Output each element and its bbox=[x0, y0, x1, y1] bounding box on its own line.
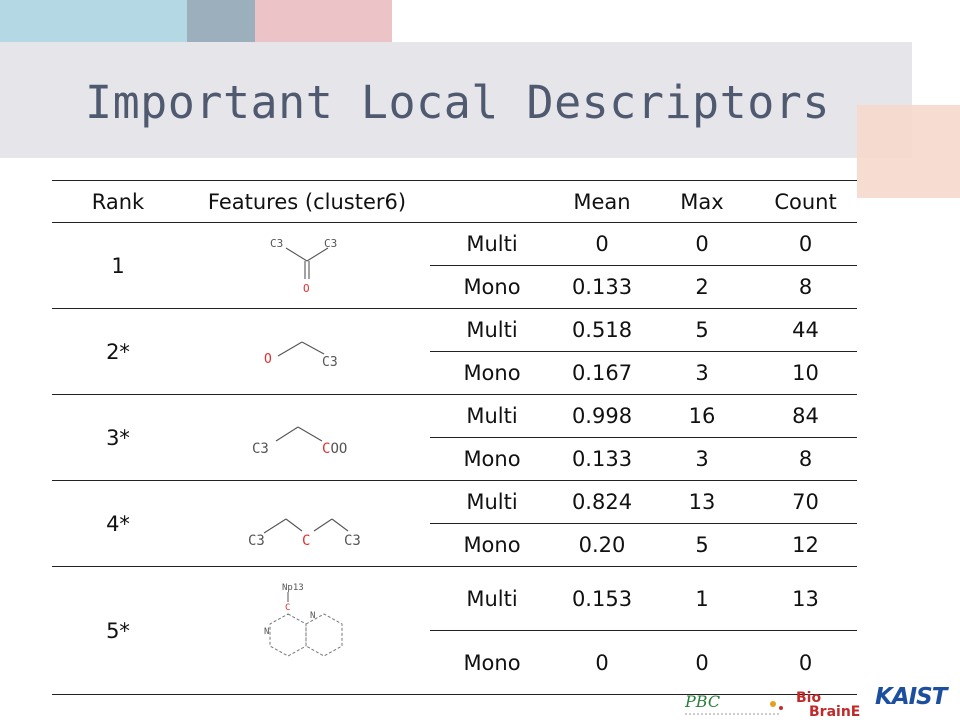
atom-carbon: C bbox=[322, 441, 330, 457]
atom-n-right: N bbox=[310, 611, 315, 621]
count-cell: 8 bbox=[754, 437, 857, 481]
pbc-logo-text: PBC bbox=[684, 692, 720, 711]
header-type bbox=[430, 180, 554, 223]
atom-n-left: N bbox=[264, 627, 269, 637]
feature-cell: C3 COO bbox=[184, 394, 430, 481]
header-count: Count bbox=[754, 180, 857, 223]
mean-cell: 0.133 bbox=[554, 437, 650, 481]
rank-cell: 5* bbox=[52, 566, 184, 695]
atom-bottom: O bbox=[303, 282, 310, 295]
descriptor-table: Rank Features (cluster6) Mean Max Count … bbox=[52, 180, 857, 695]
table-row: 2* O C3 Multi 0.518 5 44 bbox=[52, 308, 857, 395]
header-mean: Mean bbox=[554, 180, 650, 223]
type-cell: Multi bbox=[430, 394, 554, 438]
max-cell: 0 bbox=[650, 222, 754, 266]
feature-cell: C3 C C3 bbox=[184, 480, 430, 567]
table-row: 5* Np13 C N N Multi 0.153 1 13 bbox=[52, 566, 857, 695]
atom-left: C3 bbox=[270, 237, 283, 250]
molecule-naphthyridine-diagram: Np13 C N N bbox=[264, 583, 343, 657]
molecule-propane-diagram: C3 C C3 bbox=[248, 518, 361, 549]
mean-cell: 0.998 bbox=[554, 394, 650, 438]
count-cell: 8 bbox=[754, 265, 857, 309]
rank-cell: 1 bbox=[52, 222, 184, 309]
mean-cell: 0 bbox=[554, 222, 650, 266]
molecule-ether-diagram: O C3 bbox=[264, 341, 338, 370]
atom-center: C bbox=[285, 603, 290, 613]
rank-cell: 3* bbox=[52, 394, 184, 481]
footer-logos: PBC Bio BrainE KAIST bbox=[675, 684, 960, 720]
pbc-logo: PBC bbox=[684, 692, 783, 715]
type-cell: Multi bbox=[430, 480, 554, 524]
type-cell: Multi bbox=[430, 308, 554, 352]
max-cell: 5 bbox=[650, 308, 754, 352]
slide-title: Important Local Descriptors bbox=[85, 76, 830, 129]
mean-cell: 0.20 bbox=[554, 523, 650, 567]
rank-cell: 2* bbox=[52, 308, 184, 395]
table-row: 3* C3 COO Multi 0.998 16 84 bbox=[52, 394, 857, 481]
mean-cell: 0 bbox=[554, 630, 650, 695]
count-cell: 12 bbox=[754, 523, 857, 567]
svg-text:COO: COO bbox=[322, 441, 347, 457]
count-cell: 10 bbox=[754, 351, 857, 395]
atom-right: C3 bbox=[322, 355, 338, 370]
max-cell: 3 bbox=[650, 437, 754, 481]
table-header-row: Rank Features (cluster6) Mean Max Count bbox=[52, 180, 857, 223]
type-cell: Mono bbox=[430, 265, 554, 309]
max-cell: 2 bbox=[650, 265, 754, 309]
table-row: 1 C3 C3 O Multi 0 0 0 bbox=[52, 222, 857, 309]
mean-cell: 0.133 bbox=[554, 265, 650, 309]
atom-right: C3 bbox=[324, 237, 337, 250]
biobraine-logo: Bio BrainE bbox=[796, 690, 860, 719]
atom-left: O bbox=[264, 352, 272, 367]
feature-cell: O C3 bbox=[184, 308, 430, 395]
atom-center: C bbox=[302, 533, 310, 549]
type-cell: Mono bbox=[430, 437, 554, 481]
mean-cell: 0.153 bbox=[554, 566, 650, 631]
count-cell: 44 bbox=[754, 308, 857, 352]
feature-cell: Np13 C N N bbox=[184, 566, 430, 695]
type-cell: Mono bbox=[430, 523, 554, 567]
atom-left: C3 bbox=[248, 533, 265, 549]
type-cell: Mono bbox=[430, 630, 554, 695]
count-cell: 70 bbox=[754, 480, 857, 524]
max-cell: 16 bbox=[650, 394, 754, 438]
atom-left: C3 bbox=[252, 441, 269, 457]
header-rank: Rank bbox=[52, 180, 184, 223]
header-features: Features (cluster6) bbox=[184, 180, 430, 223]
count-cell: 84 bbox=[754, 394, 857, 438]
atom-right: C3 bbox=[344, 533, 361, 549]
mean-cell: 0.518 bbox=[554, 308, 650, 352]
max-cell: 3 bbox=[650, 351, 754, 395]
mean-cell: 0.824 bbox=[554, 480, 650, 524]
max-cell: 13 bbox=[650, 480, 754, 524]
type-cell: Mono bbox=[430, 351, 554, 395]
brain-text: BrainE bbox=[809, 704, 860, 719]
molecule-ketone-diagram: C3 C3 O bbox=[270, 237, 337, 295]
kaist-logo: KAIST bbox=[875, 684, 947, 710]
count-cell: 13 bbox=[754, 566, 857, 631]
decor-block-peach bbox=[857, 105, 960, 198]
mean-cell: 0.167 bbox=[554, 351, 650, 395]
header-max: Max bbox=[650, 180, 754, 223]
feature-cell: C3 C3 O bbox=[184, 222, 430, 309]
count-cell: 0 bbox=[754, 222, 857, 266]
type-cell: Multi bbox=[430, 566, 554, 631]
max-cell: 5 bbox=[650, 523, 754, 567]
type-cell: Multi bbox=[430, 222, 554, 266]
rank-cell: 4* bbox=[52, 480, 184, 567]
table-row: 4* C3 C C3 Multi 0.824 13 70 bbox=[52, 480, 857, 567]
atom-oo: OO bbox=[330, 441, 347, 457]
atom-top: Np13 bbox=[282, 583, 304, 593]
molecule-carboxyl-diagram: C3 COO bbox=[252, 426, 347, 457]
max-cell: 1 bbox=[650, 566, 754, 631]
